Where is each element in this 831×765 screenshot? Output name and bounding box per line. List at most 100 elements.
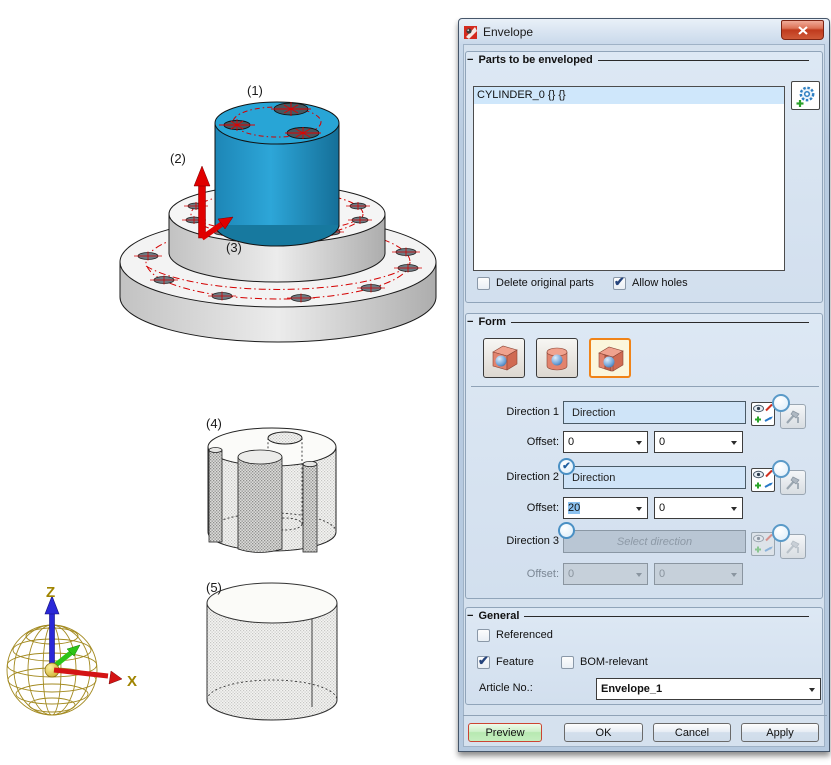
form-group-header: − Form — [467, 316, 809, 328]
check-icon: ✔ — [562, 462, 570, 472]
app-icon — [464, 26, 477, 39]
dropdown-arrow-icon — [731, 441, 737, 448]
offset-value: 0 — [659, 502, 665, 514]
close-icon — [798, 26, 808, 35]
direction3-function-toggle[interactable] — [772, 524, 790, 542]
offset3-combo-a: 0 — [563, 563, 648, 585]
direction3-empty-badge: ✔ — [558, 522, 575, 539]
direction2-input[interactable]: Direction — [563, 466, 746, 489]
axis-triad — [45, 596, 122, 684]
dropdown-arrow-icon — [636, 573, 642, 580]
delete-original-label: Delete original parts — [496, 277, 594, 289]
direction2-label: Direction 2 — [467, 466, 559, 489]
article-no-value: Envelope_1 — [601, 683, 662, 695]
offset2-combo-b[interactable]: 0 — [654, 497, 743, 519]
ok-button[interactable]: OK — [564, 723, 643, 742]
direction1-function-toggle[interactable] — [772, 394, 790, 412]
dialog-titlebar[interactable]: Envelope — [464, 23, 779, 41]
group-rule — [511, 322, 809, 323]
offset2-label: Offset: — [467, 497, 559, 519]
hammer-icon — [784, 408, 802, 426]
eye-edit-plus-arrow-icon — [752, 469, 774, 491]
collapse-icon[interactable]: − — [467, 610, 473, 622]
label-5: (5) — [206, 580, 222, 595]
form-option-cuboid[interactable] — [483, 338, 525, 378]
parts-list[interactable]: CYLINDER_0 {} {} — [473, 86, 785, 271]
article-no-combo[interactable]: Envelope_1 — [596, 678, 821, 700]
check-icon: ✔ — [614, 274, 625, 290]
axis-z-label: Z — [46, 584, 55, 601]
offset-value: 0 — [568, 568, 574, 580]
parts-group-title: Parts to be enveloped — [478, 54, 592, 66]
offset1-label: Offset: — [467, 431, 559, 453]
bom-relevant-checkbox[interactable]: ✔ — [561, 656, 574, 669]
offset-value-selected: 20 — [568, 502, 580, 514]
dropdown-arrow-icon — [731, 507, 737, 514]
apply-button[interactable]: Apply — [741, 723, 819, 742]
offset3-label: Offset: — [467, 563, 559, 585]
cylinder-envelope-icon — [540, 342, 574, 374]
collapse-icon[interactable]: − — [467, 316, 473, 328]
delete-original-checkbox[interactable]: ✔ — [477, 277, 490, 290]
label-2: (2) — [170, 151, 186, 166]
app-window: (1) (2) (3) (4) (5) Z X Envelope — [0, 0, 831, 765]
feature-checkbox[interactable]: ✔ — [477, 656, 490, 669]
allow-holes-label: Allow holes — [632, 277, 688, 289]
dropdown-arrow-icon — [636, 507, 642, 514]
list-item[interactable]: CYLINDER_0 {} {} — [474, 87, 784, 104]
direction1-label: Direction 1 — [467, 401, 559, 424]
general-group-title: General — [478, 610, 519, 622]
add-parts-button[interactable] — [791, 81, 820, 110]
eye-edit-plus-arrow-icon — [752, 533, 774, 555]
offset1-combo-b[interactable]: 0 — [654, 431, 743, 453]
direction2-function-toggle[interactable] — [772, 460, 790, 478]
direction3-input[interactable]: Select direction — [563, 530, 746, 553]
article-no-label: Article No.: — [479, 682, 533, 694]
form-option-contour[interactable] — [589, 338, 631, 378]
direction2-confirmed-badge: ✔ — [558, 458, 575, 475]
eye-edit-plus-arrow-icon — [752, 403, 774, 425]
offset2-combo-a[interactable]: 20 — [563, 497, 648, 519]
label-1: (1) — [247, 83, 263, 98]
offset-value: 0 — [659, 436, 665, 448]
close-button[interactable] — [781, 20, 824, 40]
envelope-plain-sketch — [207, 583, 337, 720]
form-separator — [471, 386, 819, 387]
cuboid-envelope-icon — [487, 342, 521, 374]
group-rule — [598, 60, 809, 61]
footer-separator — [463, 715, 827, 716]
referenced-checkbox[interactable]: ✔ — [477, 629, 490, 642]
form-group-title: Form — [478, 316, 506, 328]
label-3: (3) — [226, 240, 242, 255]
offset-value: 0 — [568, 436, 574, 448]
flange-model — [120, 102, 436, 342]
offset1-combo-a[interactable]: 0 — [563, 431, 648, 453]
check-icon: ✔ — [478, 653, 489, 669]
collapse-icon[interactable]: − — [467, 54, 473, 66]
dropdown-arrow-icon — [731, 573, 737, 580]
hammer-icon — [784, 474, 802, 492]
group-rule — [524, 616, 809, 617]
preview-button[interactable]: Preview — [468, 723, 542, 742]
envelope-with-holes-sketch — [208, 428, 336, 553]
direction3-label: Direction 3 — [467, 530, 559, 553]
cad-viewport[interactable]: (1) (2) (3) (4) (5) Z X — [0, 0, 458, 765]
allow-holes-checkbox[interactable]: ✔ — [613, 277, 626, 290]
dropdown-arrow-icon — [636, 441, 642, 448]
gear-plus-icon — [794, 84, 818, 108]
referenced-label: Referenced — [496, 629, 553, 641]
offset-value: 0 — [659, 568, 665, 580]
form-option-cylinder[interactable] — [536, 338, 578, 378]
contour-envelope-icon — [593, 342, 627, 374]
feature-label: Feature — [496, 656, 534, 668]
offset3-combo-b: 0 — [654, 563, 743, 585]
parts-group-header: − Parts to be enveloped — [467, 54, 809, 66]
bom-relevant-label: BOM-relevant — [580, 656, 648, 668]
axis-x-label: X — [127, 673, 137, 690]
direction1-input[interactable]: Direction — [563, 401, 746, 424]
general-group-header: − General — [467, 610, 809, 622]
cancel-button[interactable]: Cancel — [653, 723, 731, 742]
label-4: (4) — [206, 416, 222, 431]
envelope-dialog: Envelope − Parts to be enveloped CYLINDE… — [458, 18, 830, 752]
dropdown-arrow-icon — [809, 688, 815, 695]
